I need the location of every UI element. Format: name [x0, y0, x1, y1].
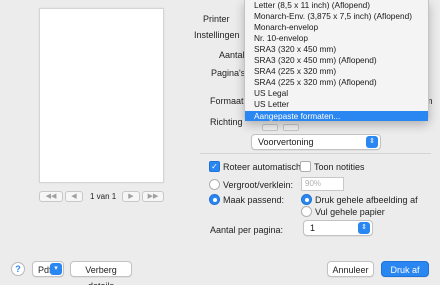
per-page-select[interactable]: 1 ⇕: [303, 220, 373, 236]
page-preview: [39, 8, 164, 183]
help-button[interactable]: ?: [11, 262, 25, 276]
settings-label: Instellingen: [194, 30, 240, 40]
paper-size-option[interactable]: SRA4 (225 x 320 mm): [245, 66, 428, 76]
print-button[interactable]: Druk af: [381, 261, 429, 277]
format-label: Formaat: [210, 96, 244, 106]
previous-page-button[interactable]: ◀: [65, 191, 83, 202]
printer-label: Printer: [203, 14, 230, 24]
show-notes-label: Toon notities: [314, 162, 365, 172]
paper-size-option[interactable]: SRA3 (320 x 450 mm) (Aflopend): [245, 55, 428, 65]
chevron-updown-icon: ⇕: [358, 222, 370, 234]
chevron-updown-icon: ⇕: [366, 136, 378, 148]
pages-label: Pagina's: [211, 68, 246, 78]
auto-rotate-label: Roteer automatisch: [223, 162, 302, 172]
orientation-label: Richting: [210, 117, 243, 127]
print-whole-radio[interactable]: [301, 194, 312, 205]
scale-label: Vergroot/verklein:: [223, 180, 294, 190]
landscape-orientation-icon[interactable]: [283, 124, 299, 131]
per-page-value: 1: [310, 223, 316, 233]
scale-input[interactable]: 90%: [301, 177, 344, 191]
last-page-button[interactable]: ▶▶: [142, 191, 164, 202]
paper-size-option[interactable]: Letter (8,5 x 11 inch) (Aflopend): [245, 0, 428, 10]
paper-size-menu: Letter (8,5 x 11 inch) (Aflopend) Monarc…: [244, 0, 429, 121]
paper-size-option[interactable]: Monarch-Env. (3,875 x 7,5 inch) (Aflopen…: [245, 11, 428, 21]
paper-size-option[interactable]: SRA4 (225 x 320 mm) (Aflopend): [245, 77, 428, 87]
copies-label: Aantal: [219, 50, 245, 60]
section-divider: [200, 153, 431, 154]
paper-size-option[interactable]: Nr. 10-envelop: [245, 33, 428, 43]
pdf-menu-button[interactable]: Pdf ▾: [32, 261, 64, 277]
chevron-down-icon: ▾: [50, 263, 62, 275]
next-page-button[interactable]: ▶: [122, 191, 140, 202]
section-select[interactable]: Voorvertoning ⇕: [251, 134, 381, 150]
page-indicator: 1 van 1: [90, 192, 117, 201]
custom-sizes-option[interactable]: Aangepaste formaten...: [245, 111, 428, 121]
fit-radio[interactable]: [209, 194, 220, 205]
paper-size-option[interactable]: US Letter: [245, 99, 428, 109]
paper-size-option[interactable]: Monarch-envelop: [245, 22, 428, 32]
show-notes-checkbox[interactable]: [300, 161, 311, 172]
paper-size-option[interactable]: SRA3 (320 x 450 mm): [245, 44, 428, 54]
section-select-value: Voorvertoning: [258, 137, 314, 147]
fit-label: Maak passend:: [223, 195, 285, 205]
portrait-orientation-icon[interactable]: [262, 124, 278, 131]
fill-paper-label: Vul gehele papier: [315, 207, 385, 217]
hide-details-button[interactable]: Verberg details: [70, 261, 132, 285]
print-whole-label: Druk gehele afbeelding af: [315, 195, 418, 205]
scale-radio[interactable]: [209, 179, 220, 190]
fill-paper-radio[interactable]: [301, 206, 312, 217]
paper-size-option[interactable]: US Legal: [245, 88, 428, 98]
auto-rotate-checkbox[interactable]: ✓: [209, 161, 220, 172]
per-page-label: Aantal per pagina:: [210, 225, 284, 235]
cancel-button[interactable]: Annuleer: [327, 261, 374, 277]
first-page-button[interactable]: ◀◀: [39, 191, 63, 202]
